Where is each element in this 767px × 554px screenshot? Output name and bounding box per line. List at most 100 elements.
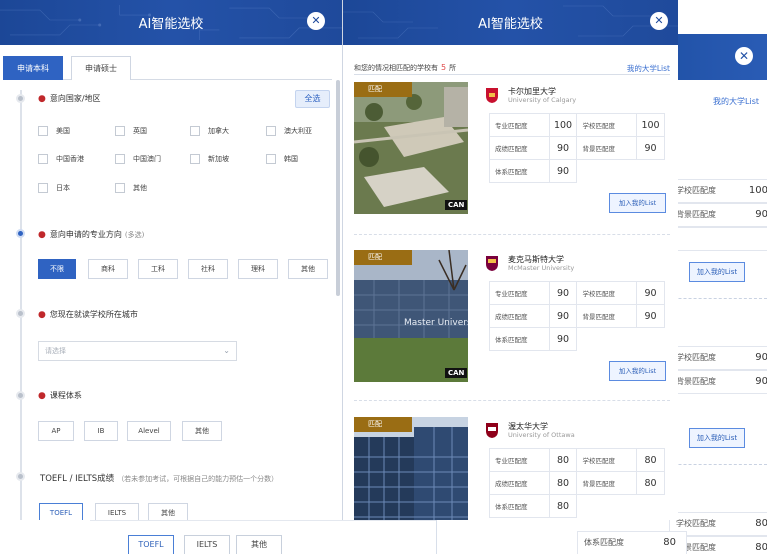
test-option-toefl[interactable]: TOEFL [39,503,83,520]
system-score: 90 [548,327,578,351]
background-score-cell: 学校匹配度 90 [669,346,767,370]
preferences-title: AI智能选校 [138,17,204,32]
country-checkbox[interactable]: 其他 [115,183,147,195]
grade-score: 80 [548,471,578,495]
school-card: 匹配 渥太华大学 University of Ottawa 专业匹配度 80 学校… [354,417,671,520]
background-test-options: TOEFL IELTS 其他 [90,520,436,554]
major-option-social-science[interactable]: 社科 [188,259,228,279]
results-title: AI智能选校 [478,17,543,32]
required-marker: ● [38,310,46,320]
timeline-dot [16,309,25,318]
curriculum-option-other[interactable]: 其他 [182,421,222,441]
results-header: AI智能选校 ✕ [343,0,678,45]
major-option-other[interactable]: 其他 [288,259,328,279]
school-photo [354,82,468,214]
school-photo: Master Universi [354,250,468,382]
major-option-engineering[interactable]: 工科 [138,259,178,279]
select-all-button[interactable]: 全选 [295,90,330,108]
country-checkbox[interactable]: 新加坡 [190,154,229,166]
timeline-dot [16,391,25,400]
match-tag: 匹配 [354,82,412,97]
test-section-title: TOEFL / IELTS成绩 （若未参加考试，可根据自己的能力预估一个分数） [40,474,279,484]
divider [354,234,670,235]
tab-master[interactable]: 申请硕士 [71,56,131,80]
school-card: Master Universi 匹配 CAN 麦克马斯特大学 McMaster … [354,250,671,385]
mcmaster-crest-icon [486,256,498,271]
timeline-dot [16,94,25,103]
school-name-en: University of Calgary [508,96,577,104]
results-panel: AI智能选校 ✕ 和您的情况相匹配的学校有 5 所 我的大学List 匹配 CAN … [343,0,678,520]
preferences-panel: AI智能选校 ✕ 申请本科 申请硕士 ● 意向国家/地区 全选 美国 英国 加拿大… [0,0,343,520]
required-marker: ● [38,391,46,401]
country-badge: CAN [445,200,468,210]
curriculum-option-ap[interactable]: AP [38,421,74,441]
test-option-other[interactable]: 其他 [148,503,188,520]
background-score-cell [669,227,767,251]
major-option-science[interactable]: 理科 [238,259,278,279]
preferences-header: AI智能选校 ✕ [0,0,342,45]
background-my-list-link[interactable]: 我的大学List [713,96,759,107]
add-to-list-button[interactable]: 加入我的List [609,361,666,381]
background-close-icon[interactable]: ✕ [735,47,753,65]
degree-tabs: 申请本科 申请硕士 [3,56,332,80]
country-badge: CAN [445,368,468,378]
country-checkbox[interactable]: 澳大利亚 [266,126,312,138]
match-count: 5 [441,63,447,72]
country-checkbox[interactable]: 美国 [38,126,70,138]
grade-score: 90 [548,136,578,160]
divider [354,74,670,75]
my-list-link[interactable]: 我的大学List [627,63,670,74]
background-add-button[interactable]: 加入我的List [689,428,745,448]
curriculum-option-ib[interactable]: IB [84,421,118,441]
major-option-business[interactable]: 商科 [88,259,128,279]
tab-undergraduate[interactable]: 申请本科 [3,56,63,80]
major-option-any[interactable]: 不限 [38,259,76,279]
system-score: 90 [548,159,578,183]
match-tag: 匹配 [354,250,412,265]
school-score: 90 [636,281,665,305]
ottawa-crest-icon [486,423,498,438]
timeline-dot-active [16,229,25,238]
school-name-en: University of Ottawa [508,431,575,439]
progress-timeline [20,90,22,520]
grade-score: 90 [548,304,578,328]
background-option-toefl[interactable]: TOEFL [128,535,174,554]
background-add-button[interactable]: 加入我的List [689,262,745,282]
country-checkbox[interactable]: 日本 [38,183,70,195]
scrollbar[interactable] [336,80,340,296]
background-score-cell: 体系匹配度 80 [577,531,687,554]
curriculum-option-alevel[interactable]: Alevel [127,421,171,441]
country-checkbox[interactable]: 英国 [115,126,147,138]
add-to-list-button[interactable]: 加入我的List [609,193,666,213]
background-score-cell: 学校匹配度 100 [669,179,767,203]
school-score: 100 [636,113,665,137]
match-score-table: 专业匹配度 80 学校匹配度 80 成绩匹配度 80 背景匹配度 80 体系匹配度 80 [489,448,665,518]
school-photo [354,417,468,520]
background-score-cell: 背景匹配度 90 [669,370,767,394]
background-score-cell: 背景匹配度 90 [669,203,767,227]
country-checkbox[interactable]: 加拿大 [190,126,229,138]
svg-text:Master Universi: Master Universi [404,318,468,328]
country-checkbox[interactable]: 韩国 [266,154,298,166]
timeline-dot [16,472,25,481]
background-option-other[interactable]: 其他 [236,535,282,554]
background-option-ielts[interactable]: IELTS [184,535,230,554]
country-section-title: ● 意向国家/地区 [38,94,101,104]
school-card: 匹配 CAN 卡尔加里大学 University of Calgary 专业匹配… [354,82,671,217]
close-icon[interactable]: ✕ [307,12,325,30]
city-select[interactable]: 请选择 ⌄ [38,341,237,361]
country-checkbox[interactable]: 中国香港 [38,154,84,166]
test-option-ielts[interactable]: IELTS [95,503,139,520]
divider [354,400,670,401]
school-name-en: McMaster University [508,264,575,272]
curriculum-section-title: ● 课程体系 [38,391,82,401]
city-section-title: ● 您现在就读学校所在城市 [38,310,138,320]
close-icon[interactable]: ✕ [650,12,668,30]
country-checkbox[interactable]: 中国澳门 [115,154,161,166]
chevron-down-icon: ⌄ [223,346,230,355]
system-score: 80 [548,494,578,518]
school-score: 80 [636,448,665,472]
match-score-table: 专业匹配度 100 学校匹配度 100 成绩匹配度 90 背景匹配度 90 体系匹配度 9… [489,113,665,183]
background-score: 90 [636,136,665,160]
match-summary: 和您的情况相匹配的学校有 5 所 [354,63,457,72]
